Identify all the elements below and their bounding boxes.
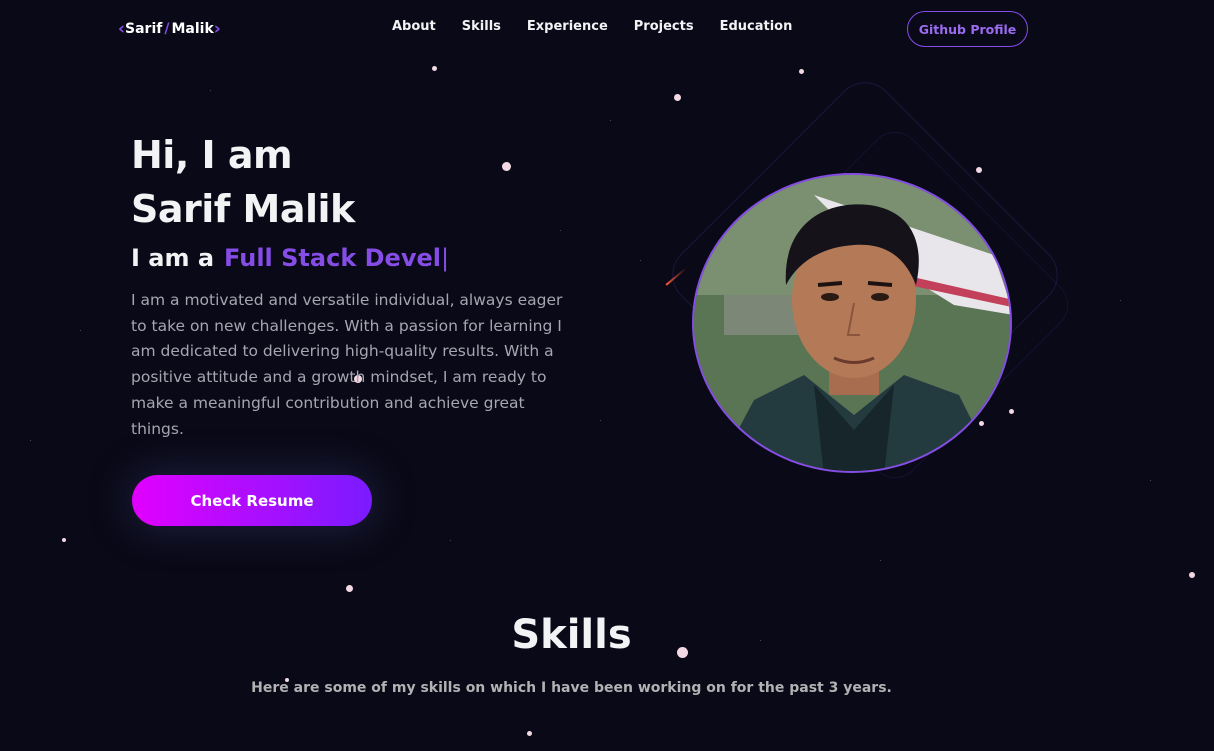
hero-description: I am a motivated and versatile individua… [131, 291, 563, 438]
star-dust [30, 440, 31, 441]
portfolio-page: ‹ Sarif / Malik › About Skills Experienc… [0, 0, 1214, 751]
site-logo[interactable]: ‹ Sarif / Malik › [118, 18, 221, 40]
nav-link-education[interactable]: Education [720, 19, 793, 34]
star-dust [880, 560, 881, 561]
profile-photo-illustration [694, 175, 1010, 471]
role-prefix: I am a [131, 244, 215, 272]
nav-link-projects[interactable]: Projects [634, 19, 694, 34]
star-dust [450, 540, 451, 541]
hero-title: Hi, I am Sarif Malik [131, 133, 355, 231]
logo-slash: / [164, 21, 170, 37]
star [502, 162, 511, 171]
star [674, 94, 681, 101]
star-dust [600, 420, 601, 421]
nav-link-skills[interactable]: Skills [462, 19, 501, 34]
star-dust [1120, 300, 1121, 301]
star-dust [640, 260, 641, 261]
check-resume-button[interactable]: Check Resume [132, 475, 372, 526]
nav-link-experience[interactable]: Experience [527, 19, 608, 34]
role-line: I am a Full Stack Devel| [131, 244, 449, 272]
star [979, 421, 984, 426]
nav-links: About Skills Experience Projects Educati… [392, 19, 792, 34]
navbar: ‹ Sarif / Malik › About Skills Experienc… [0, 0, 1214, 58]
star [1009, 409, 1014, 414]
logo-last-name: Malik [171, 21, 214, 37]
star [1189, 572, 1195, 578]
profile-photo [692, 173, 1012, 473]
star-dust [1150, 480, 1151, 481]
typewriter-cursor: | [440, 244, 450, 272]
chevron-left-icon: ‹ [118, 18, 126, 39]
star-dust [560, 230, 561, 231]
star [527, 731, 532, 736]
skills-section-subtitle: Here are some of my skills on which I ha… [251, 680, 892, 696]
star [432, 66, 437, 71]
skills-section-title: Skills [511, 612, 632, 658]
star [976, 167, 982, 173]
chevron-right-icon: › [213, 18, 221, 39]
star-dust [80, 330, 81, 331]
star-dust [210, 90, 211, 91]
nav-link-about[interactable]: About [392, 19, 436, 34]
star-dust [610, 120, 611, 121]
star [799, 69, 804, 74]
star [62, 538, 66, 542]
role-typewriter: Full Stack Devel [224, 244, 441, 272]
star [346, 585, 353, 592]
github-profile-button[interactable]: Github Profile [907, 11, 1028, 47]
logo-first-name: Sarif [125, 21, 163, 37]
